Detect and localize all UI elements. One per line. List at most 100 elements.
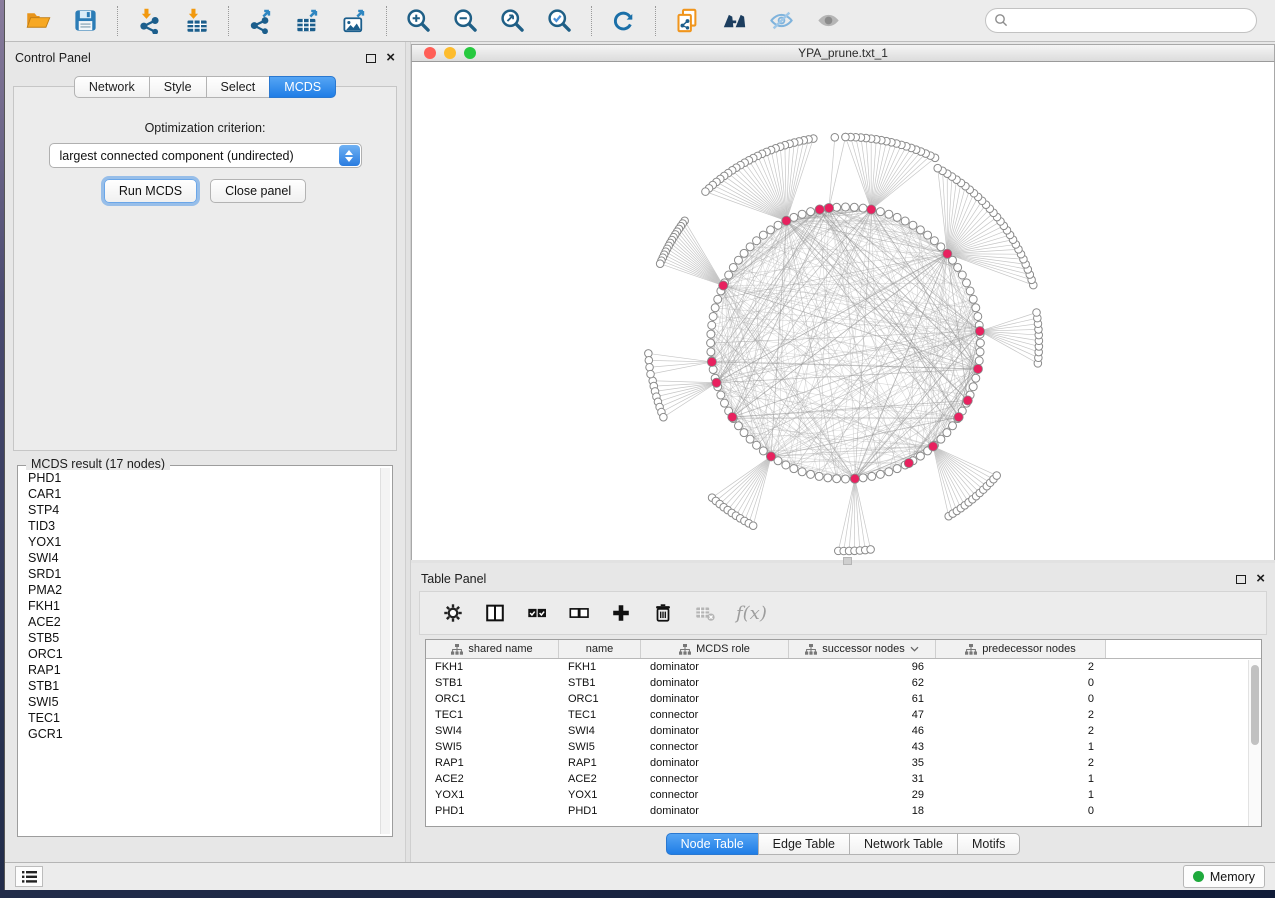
column-header-name[interactable]: name (559, 640, 641, 658)
tab-network[interactable]: Network (74, 76, 150, 98)
network-node[interactable] (711, 304, 719, 312)
satellite-node[interactable] (660, 413, 668, 421)
network-node[interactable] (949, 422, 957, 430)
network-node[interactable] (859, 204, 867, 212)
zoom-fit-button[interactable] (493, 5, 532, 36)
delete-column-button[interactable] (652, 602, 674, 624)
table-settings-button[interactable] (442, 602, 464, 624)
mcds-result-item[interactable]: RAP1 (20, 662, 379, 678)
satellite-node[interactable] (647, 370, 655, 378)
network-node[interactable] (714, 295, 722, 303)
table-row[interactable]: ORC1ORC1dominator610 (426, 691, 1261, 707)
function-builder-button[interactable]: f(x) (736, 603, 767, 624)
network-node[interactable] (740, 429, 748, 437)
network-node[interactable] (833, 475, 841, 483)
import-table-button[interactable] (177, 5, 216, 36)
network-node[interactable] (885, 210, 893, 218)
network-node[interactable] (707, 339, 715, 347)
network-node[interactable] (842, 203, 850, 211)
mcds-result-item[interactable]: SRD1 (20, 566, 379, 582)
satellite-node[interactable] (842, 133, 850, 141)
mcds-result-item[interactable]: PMA2 (20, 582, 379, 598)
network-node[interactable] (876, 470, 884, 478)
column-header-predecessor-nodes[interactable]: predecessor nodes (936, 640, 1106, 658)
mcds-result-item[interactable]: TID3 (20, 518, 379, 534)
network-node[interactable] (717, 391, 725, 399)
network-node[interactable] (909, 221, 917, 229)
network-node[interactable] (798, 468, 806, 476)
tab-network-table[interactable]: Network Table (849, 833, 958, 855)
horizontal-split-divider[interactable] (411, 560, 1275, 563)
network-node[interactable] (790, 465, 798, 473)
clone-network-button[interactable] (668, 5, 707, 36)
mcds-hub-node[interactable] (963, 396, 972, 405)
network-canvas[interactable] (411, 62, 1275, 560)
mcds-hub-node[interactable] (712, 378, 721, 387)
network-node[interactable] (815, 472, 823, 480)
column-header-shared-name[interactable]: shared name (426, 640, 559, 658)
mcds-result-item[interactable]: FKH1 (20, 598, 379, 614)
satellite-node[interactable] (867, 546, 875, 554)
mcds-hub-node[interactable] (929, 442, 938, 451)
network-node[interactable] (972, 374, 980, 382)
network-node[interactable] (725, 271, 733, 279)
network-node[interactable] (963, 279, 971, 287)
mcds-result-item[interactable]: ACE2 (20, 614, 379, 630)
network-node[interactable] (807, 208, 815, 216)
network-node[interactable] (759, 447, 767, 455)
network-node[interactable] (893, 465, 901, 473)
export-table-button[interactable] (288, 5, 327, 36)
table-scrollbar-thumb[interactable] (1251, 665, 1259, 745)
mcds-hub-node[interactable] (815, 205, 824, 214)
network-node[interactable] (966, 287, 974, 295)
network-node[interactable] (974, 312, 982, 320)
mcds-hub-node[interactable] (954, 412, 963, 421)
network-node[interactable] (901, 217, 909, 225)
export-network-button[interactable] (241, 5, 280, 36)
network-node[interactable] (734, 422, 742, 430)
search-input[interactable] (985, 8, 1257, 33)
network-node[interactable] (969, 383, 977, 391)
network-node[interactable] (850, 203, 858, 211)
select-all-button[interactable] (526, 602, 548, 624)
network-node[interactable] (937, 435, 945, 443)
table-row[interactable]: SWI5SWI5connector431 (426, 739, 1261, 755)
mcds-hub-node[interactable] (973, 364, 982, 373)
refresh-button[interactable] (604, 5, 643, 36)
close-table-panel-button[interactable]: × (1256, 574, 1265, 584)
network-node[interactable] (916, 226, 924, 234)
network-node[interactable] (721, 399, 729, 407)
table-row[interactable]: STB1STB1dominator620 (426, 675, 1261, 691)
mcds-result-item[interactable]: STB1 (20, 678, 379, 694)
mcds-result-item[interactable]: YOX1 (20, 534, 379, 550)
mcds-hub-node[interactable] (782, 216, 791, 225)
open-file-button[interactable] (19, 5, 58, 36)
table-scrollbar[interactable] (1248, 660, 1261, 826)
network-node[interactable] (753, 441, 761, 449)
import-network-button[interactable] (130, 5, 169, 36)
hide-selected-button[interactable] (762, 5, 801, 36)
network-node[interactable] (746, 243, 754, 251)
tab-node-table[interactable]: Node Table (666, 833, 759, 855)
table-row[interactable]: ACE2ACE2connector311 (426, 771, 1261, 787)
network-node[interactable] (707, 330, 715, 338)
table-row[interactable]: FKH1FKH1dominator962 (426, 659, 1261, 675)
mcds-result-item[interactable]: CAR1 (20, 486, 379, 502)
network-node[interactable] (729, 263, 737, 271)
zoom-out-button[interactable] (446, 5, 485, 36)
divider-grip-icon[interactable] (843, 557, 852, 565)
first-neighbors-button[interactable] (715, 5, 754, 36)
mcds-hub-node[interactable] (766, 452, 775, 461)
delete-table-button[interactable] (694, 602, 716, 624)
float-panel-button[interactable] (366, 54, 376, 63)
mcds-result-item[interactable]: GCR1 (20, 726, 379, 742)
network-node[interactable] (824, 474, 832, 482)
network-node[interactable] (876, 208, 884, 216)
network-node[interactable] (975, 357, 983, 365)
show-columns-button[interactable] (484, 602, 506, 624)
mcds-hub-node[interactable] (824, 203, 833, 212)
mcds-hub-node[interactable] (728, 412, 737, 421)
network-node[interactable] (759, 231, 767, 239)
network-node[interactable] (969, 295, 977, 303)
network-node[interactable] (708, 321, 716, 329)
